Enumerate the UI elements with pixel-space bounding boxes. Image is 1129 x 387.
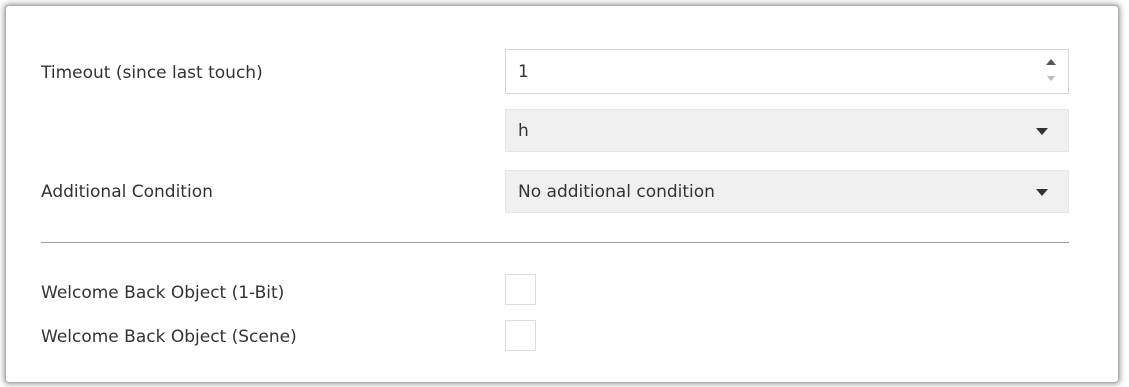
timeout-unit-value: h <box>518 120 529 141</box>
section-divider <box>41 242 1069 243</box>
timeout-value[interactable]: 1 <box>518 62 529 82</box>
welcome-back-1bit-label: Welcome Back Object (1-Bit) <box>41 283 285 303</box>
timeout-unit-select[interactable]: h <box>505 109 1069 152</box>
welcome-back-scene-checkbox[interactable] <box>505 320 536 351</box>
timeout-label: Timeout (since last touch) <box>41 63 263 83</box>
chevron-down-icon[interactable] <box>1047 76 1055 81</box>
welcome-back-1bit-checkbox[interactable] <box>505 274 536 305</box>
additional-condition-select[interactable]: No additional condition <box>505 170 1069 213</box>
caret-down-icon[interactable] <box>1036 188 1048 196</box>
parameter-panel: Timeout (since last touch) 1 h Additiona… <box>6 6 1118 382</box>
caret-down-icon[interactable] <box>1036 127 1048 135</box>
welcome-back-scene-label: Welcome Back Object (Scene) <box>41 327 297 347</box>
additional-condition-value: No additional condition <box>518 181 715 202</box>
additional-condition-label: Additional Condition <box>41 182 213 202</box>
spin-buttons[interactable] <box>1044 56 1058 86</box>
timeout-spinbox[interactable]: 1 <box>505 49 1069 94</box>
chevron-up-icon[interactable] <box>1046 59 1056 65</box>
